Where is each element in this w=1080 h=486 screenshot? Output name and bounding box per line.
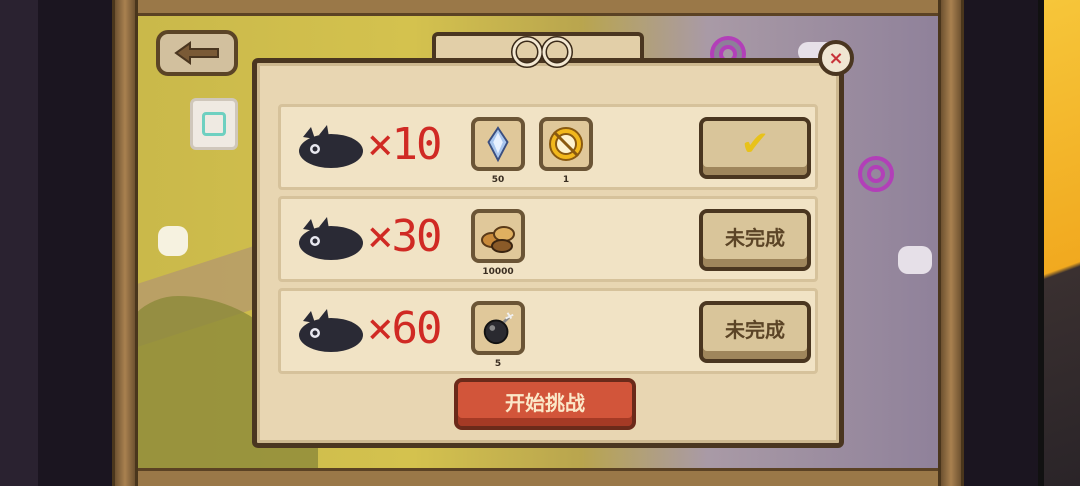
incomplete-button[interactable]: 未完成 [699, 301, 811, 363]
incomplete-button[interactable]: 未完成 [699, 209, 811, 271]
multiplier-text: ×10 [367, 119, 442, 170]
golden-medal-icon [549, 127, 583, 161]
claim-button[interactable]: ✔ [699, 117, 811, 179]
left-letterbox [0, 0, 38, 486]
task-row: ×30 10000 未完成 [278, 196, 818, 282]
reward-slot[interactable] [539, 117, 593, 171]
reward-count: 1 [562, 175, 570, 185]
wooden-frame-bottom [118, 468, 960, 486]
wooden-post-right [938, 0, 964, 486]
square-icon [202, 112, 226, 136]
reward-slot[interactable] [471, 117, 525, 171]
cloud-icon [158, 226, 188, 256]
reward-slot[interactable] [471, 301, 525, 355]
bomb-icon [483, 312, 514, 345]
arrow-left-icon [174, 41, 219, 65]
task-row: ×10 50 1 ✔ [278, 104, 818, 190]
black-cat-icon [299, 125, 363, 168]
spiral-portal-icon [858, 156, 894, 192]
cloud-icon [898, 246, 932, 274]
black-cat-icon [299, 217, 363, 260]
task-row: ×60 5 未完成 [278, 288, 818, 374]
coin-pile-icon [481, 226, 515, 253]
crystal-icon [487, 126, 509, 163]
reward-count: 10000 [482, 267, 514, 277]
back-button[interactable] [156, 30, 238, 76]
black-cat-icon [299, 309, 363, 352]
wooden-post-left [112, 0, 138, 486]
multiplier-text: ×60 [367, 303, 442, 354]
right-letterbox [1044, 0, 1080, 486]
start-challenge-button[interactable]: 开始挑战 [454, 378, 636, 430]
close-button[interactable]: × [818, 40, 854, 76]
rope-knot-icon [511, 36, 573, 68]
reward-count: 50 [491, 175, 505, 185]
reward-count: 5 [494, 359, 502, 369]
reward-slot[interactable] [471, 209, 525, 263]
checkmark-icon: ✔ [740, 124, 770, 164]
wooden-frame-top [118, 0, 960, 16]
side-tab-button[interactable] [190, 98, 238, 150]
multiplier-text: ×30 [367, 211, 442, 262]
